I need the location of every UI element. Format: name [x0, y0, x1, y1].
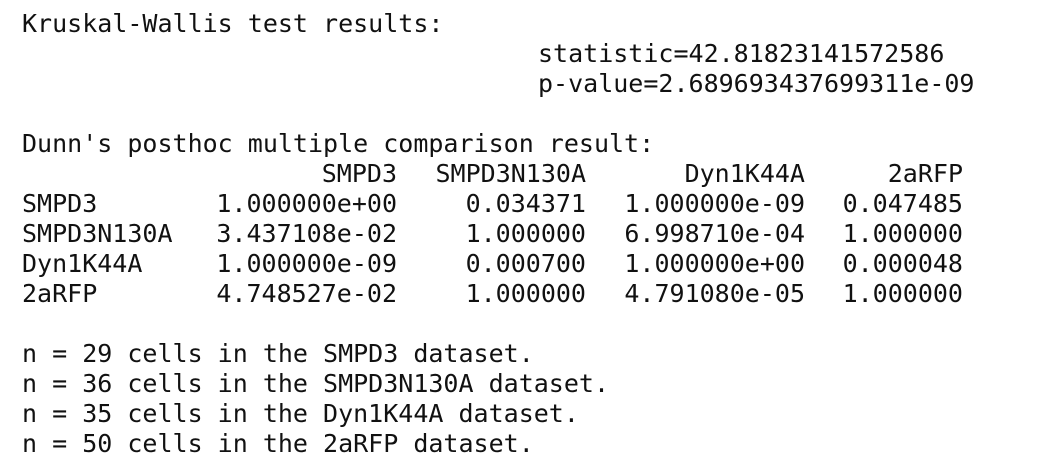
table-cell: 1.000000e-09: [216, 249, 397, 278]
table-cell: 1.000000e+00: [216, 189, 397, 218]
table-cell: 0.047485: [842, 189, 963, 218]
table-cell: 1.000000: [842, 279, 963, 308]
dunn-table: SMPD3 SMPD3N130A Dyn1K44A 2aRFP SMPD3 1.…: [22, 159, 963, 309]
table-header-row: SMPD3 SMPD3N130A Dyn1K44A 2aRFP: [22, 159, 963, 189]
table-cell: 1.000000e+00: [624, 249, 805, 278]
table-cell: 1.000000e-09: [624, 189, 805, 218]
table-cell: 4.791080e-05: [624, 279, 805, 308]
table-cell: 3.437108e-02: [216, 219, 397, 248]
table-row: 2aRFP 4.748527e-02 1.000000 4.791080e-05…: [22, 279, 963, 309]
table-cell: 0.000700: [465, 249, 586, 278]
table-cell: 4.748527e-02: [216, 279, 397, 308]
count-line: n = 36 cells in the SMPD3N130A dataset.: [22, 369, 609, 398]
row-header: SMPD3: [22, 189, 98, 218]
kruskal-pvalue: p-value=2.689693437699311e-09: [538, 69, 975, 98]
dunn-title: Dunn's posthoc multiple comparison resul…: [22, 129, 655, 158]
table-cell: 0.034371: [465, 189, 586, 218]
table-cell: 1.000000: [842, 219, 963, 248]
table-corner: [22, 159, 208, 189]
table-row: SMPD3 1.000000e+00 0.034371 1.000000e-09…: [22, 189, 963, 219]
table-row: SMPD3N130A 3.437108e-02 1.000000 6.99871…: [22, 219, 963, 249]
count-line: n = 35 cells in the Dyn1K44A dataset.: [22, 399, 579, 428]
table-cell: 6.998710e-04: [624, 219, 805, 248]
table-row: Dyn1K44A 1.000000e-09 0.000700 1.000000e…: [22, 249, 963, 279]
row-header: Dyn1K44A: [22, 249, 143, 278]
row-header: SMPD3N130A: [22, 219, 173, 248]
column-header: SMPD3N130A: [435, 159, 586, 188]
column-header: Dyn1K44A: [684, 159, 805, 188]
table-cell: 1.000000: [465, 279, 586, 308]
table-cell: 1.000000: [465, 219, 586, 248]
kruskal-statistic: statistic=42.81823141572586: [538, 39, 945, 68]
count-line: n = 29 cells in the SMPD3 dataset.: [22, 339, 534, 368]
row-header: 2aRFP: [22, 279, 98, 308]
column-header: 2aRFP: [887, 159, 963, 188]
table-cell: 0.000048: [842, 249, 963, 278]
count-line: n = 50 cells in the 2aRFP dataset.: [22, 429, 534, 458]
column-header: SMPD3: [321, 159, 397, 188]
kruskal-title: Kruskal-Wallis test results:: [22, 9, 444, 38]
